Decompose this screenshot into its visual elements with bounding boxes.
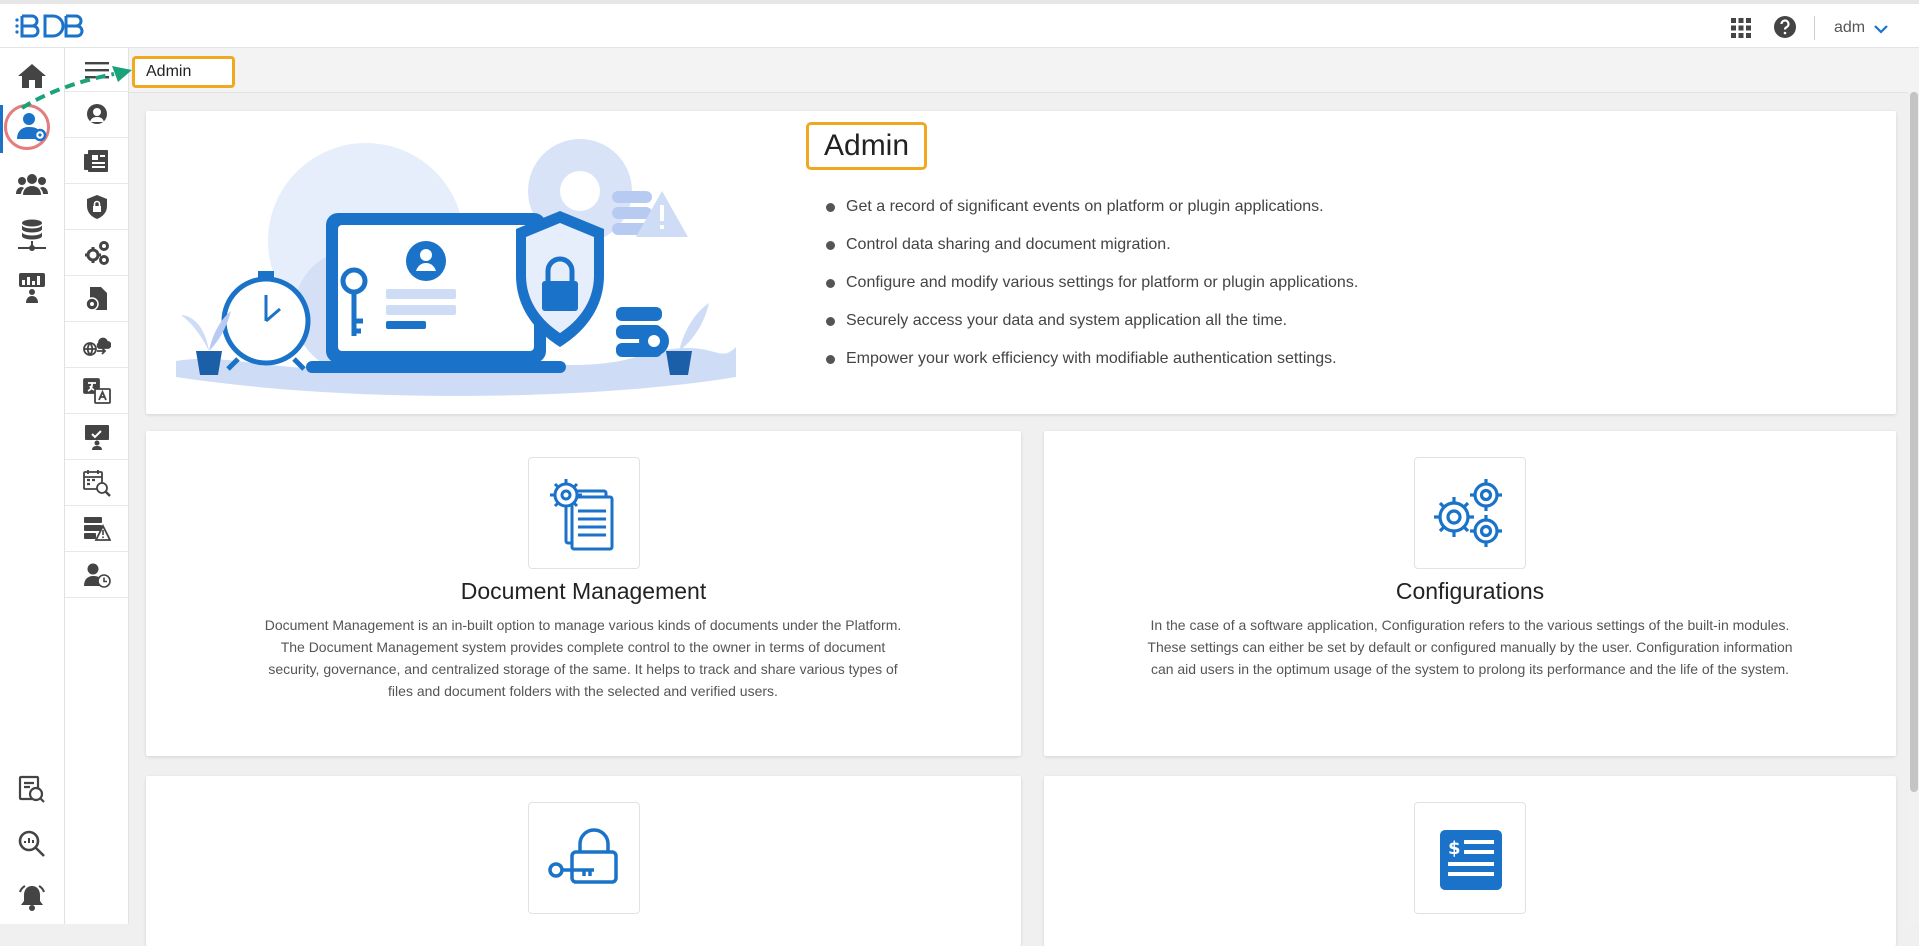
scrollbar-thumb[interactable]: [1910, 92, 1918, 792]
security-shield-icon[interactable]: [65, 184, 128, 230]
search-icon[interactable]: [12, 824, 52, 864]
configurations-gears-icon[interactable]: [65, 230, 128, 276]
admin-sub-nav: [65, 48, 129, 924]
feature-item: Control data sharing and document migrat…: [826, 235, 1358, 273]
data-center-icon[interactable]: [12, 216, 52, 256]
notification-bell-icon[interactable]: [12, 878, 52, 918]
server-monitor-icon[interactable]: [65, 506, 128, 552]
api-cloud-connector-icon[interactable]: [65, 322, 128, 368]
topbar-divider: [1814, 16, 1815, 40]
active-indicator: [0, 105, 3, 153]
feature-item: Configure and modify various settings fo…: [826, 273, 1358, 311]
billing-icon: $: [1414, 802, 1526, 914]
document-settings-icon[interactable]: [65, 276, 128, 322]
subnav-end: [65, 598, 128, 599]
card-title[interactable]: Configurations: [1044, 578, 1896, 605]
feature-item: Get a record of significant events on pl…: [826, 197, 1358, 235]
feature-list: Get a record of significant events on pl…: [826, 197, 1358, 387]
page-title: Admin: [806, 122, 928, 170]
users-icon[interactable]: [12, 164, 52, 204]
user-name[interactable]: adm: [1834, 19, 1865, 37]
document-management-icon[interactable]: [65, 138, 128, 184]
document-management-card[interactable]: Document Management Document Management …: [146, 431, 1021, 756]
apps-grid-icon[interactable]: [1731, 18, 1751, 43]
breadcrumb: Admin: [129, 48, 1919, 93]
gears-icon: [1414, 457, 1526, 569]
report-search-icon[interactable]: [12, 770, 52, 810]
main-nav-rail: [0, 48, 65, 924]
configurations-card[interactable]: Configurations In the case of a software…: [1044, 431, 1896, 756]
document-gear-icon: [528, 457, 640, 569]
top-bar: adm: [0, 0, 1919, 48]
annotation-arrow: [20, 66, 132, 110]
key-lock-card[interactable]: [146, 776, 1021, 946]
feature-item: Securely access your data and system app…: [826, 311, 1358, 349]
key-lock-icon: [528, 802, 640, 914]
dashboard-icon[interactable]: [12, 268, 52, 308]
breadcrumb-current[interactable]: Admin: [132, 56, 235, 88]
card-title[interactable]: Document Management: [146, 578, 1021, 605]
feature-item: Empower your work efficiency with modifi…: [826, 349, 1358, 387]
card-description: Document Management is an in-built optio…: [264, 617, 902, 699]
admin-overview-card: Admin Get a record of significant events…: [146, 111, 1896, 414]
card-description: In the case of a software application, C…: [1147, 617, 1793, 677]
chevron-down-icon[interactable]: [1874, 21, 1888, 39]
session-manager-icon[interactable]: [65, 552, 128, 598]
billing-card[interactable]: $: [1044, 776, 1896, 946]
language-mapping-icon[interactable]: [65, 368, 128, 414]
svg-text:$: $: [1448, 838, 1461, 859]
help-icon[interactable]: [1773, 15, 1797, 44]
bdb-logo[interactable]: [14, 12, 92, 45]
admin-illustration: [176, 121, 736, 406]
license-presentation-icon[interactable]: [65, 414, 128, 460]
schedule-monitor-icon[interactable]: [65, 460, 128, 506]
